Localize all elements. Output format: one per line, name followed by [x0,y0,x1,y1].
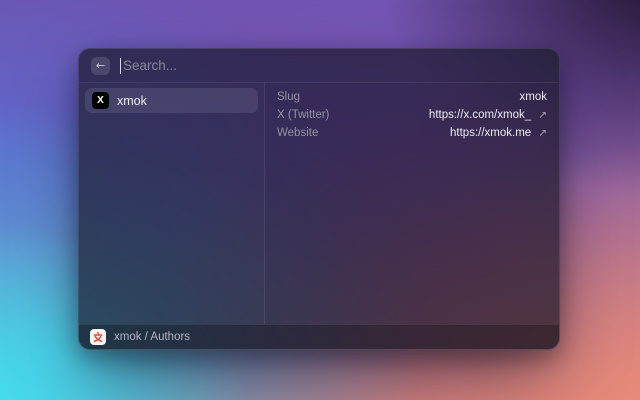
detail-value-slug: xmok [520,91,547,103]
extension-icon [90,329,106,345]
search-field [120,49,547,82]
twitter-link[interactable]: https://x.com/xmok_ ↗ [429,109,547,121]
desktop-background: ← X xmok Slug xmok [0,0,640,400]
status-bar: xmok / Authors [79,324,559,349]
detail-row-twitter: X (Twitter) https://x.com/xmok_ ↗ [277,109,547,121]
back-button[interactable]: ← [91,57,110,75]
detail-label: Website [277,127,318,139]
text-caret [120,58,121,74]
arrow-left-icon: ← [96,59,105,72]
detail-panel: Slug xmok X (Twitter) https://x.com/xmok… [265,83,559,324]
list-item-xmok[interactable]: X xmok [85,88,258,113]
breadcrumb: xmok / Authors [114,331,190,343]
command-palette-window: ← X xmok Slug xmok [78,48,560,350]
website-link[interactable]: https://xmok.me ↗ [450,127,547,139]
detail-row-slug: Slug xmok [277,91,547,103]
wen-character-icon [92,331,104,343]
detail-label: X (Twitter) [277,109,329,121]
results-list: X xmok [79,83,265,324]
list-item-label: xmok [117,94,147,108]
detail-row-website: Website https://xmok.me ↗ [277,127,547,139]
detail-value-website: https://xmok.me [450,127,531,139]
content-area: X xmok Slug xmok X (Twitter) https://x.c… [79,83,559,324]
detail-label: Slug [277,91,300,103]
detail-value-twitter: https://x.com/xmok_ [429,109,531,121]
external-link-icon: ↗ [538,127,547,139]
external-link-icon: ↗ [538,109,547,121]
search-bar: ← [79,49,559,83]
search-input[interactable] [120,58,547,73]
x-twitter-logo-icon: X [92,92,109,109]
